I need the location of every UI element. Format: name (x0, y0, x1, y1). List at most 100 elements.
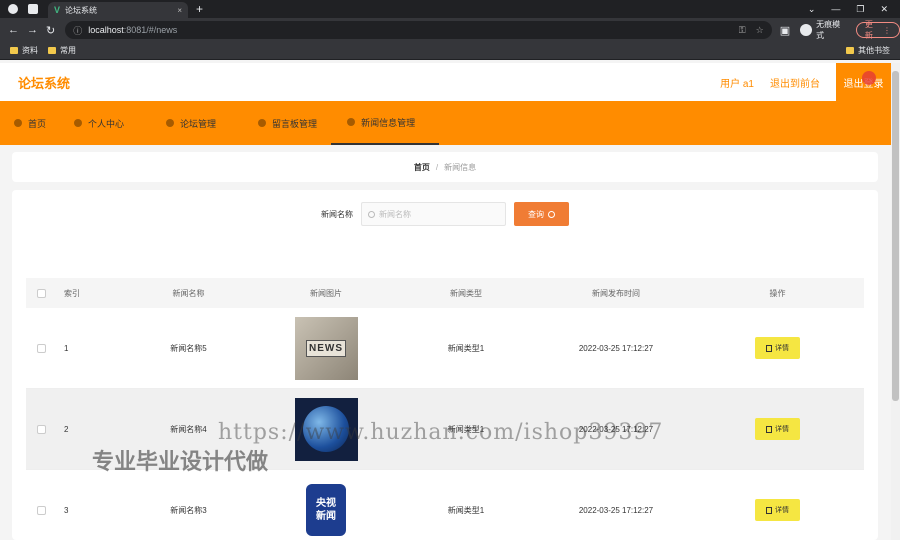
url-path: :8081/#/news (123, 25, 178, 35)
breadcrumb-current: 新闻信息 (444, 162, 477, 172)
search-button-label: 查询 (528, 209, 544, 219)
row-news-type: 新闻类型1 (447, 343, 485, 353)
app-title: 论坛系统 (18, 75, 71, 91)
tab-close-icon[interactable]: × (177, 6, 182, 15)
news-image: NEWS (294, 316, 358, 380)
close-window-icon[interactable]: ✕ (880, 4, 888, 15)
menu-item-message-board[interactable]: 留言板管理 (230, 101, 331, 145)
page-scrollbar[interactable] (891, 63, 900, 540)
info-icon[interactable]: ⓘ (73, 24, 82, 37)
menu-item-home[interactable]: 首页 (0, 101, 60, 145)
incognito-label: 无痕模式 (816, 20, 841, 40)
breadcrumb-separator: / (435, 162, 439, 172)
folder-icon (48, 47, 56, 54)
detail-button-label: 详情 (775, 345, 789, 352)
window-controls: ⌄ — ❐ ✕ (808, 4, 888, 15)
menu-item-label: 留言板管理 (272, 118, 318, 129)
chevron-down-icon[interactable]: ⌄ (808, 4, 816, 15)
update-button[interactable]: 更新 ⋮ (855, 20, 900, 40)
key-icon[interactable]: ⚿ (739, 25, 746, 36)
new-tab-icon[interactable]: + (196, 2, 203, 16)
cctv-news-image: 央视 新闻 (294, 478, 358, 540)
document-icon (766, 506, 772, 514)
detail-button-label: 详情 (775, 507, 789, 514)
document-icon (766, 344, 772, 352)
row-checkbox[interactable] (36, 505, 46, 515)
row-index: 2 (64, 424, 69, 434)
cctv-logo-text: 新闻 (316, 511, 336, 522)
row-index: 1 (64, 343, 69, 353)
row-news-type: 新闻类型1 (447, 505, 485, 515)
column-header-time: 新闻发布时间 (592, 288, 640, 298)
breadcrumb: 首页 / 新闻信息 (12, 152, 878, 182)
row-index: 3 (64, 505, 69, 515)
browser-tab-title: 论坛系统 (65, 5, 98, 15)
url-input[interactable]: ⓘ localhost:8081/#/news ⚿ ☆ (65, 21, 772, 39)
menu-item-label: 论坛管理 (180, 118, 217, 129)
search-button[interactable]: 查询 (514, 202, 569, 226)
bookmarks-bar: 资料 常用 其他书签 (0, 42, 900, 60)
folder-icon (10, 47, 18, 54)
document-icon (766, 425, 772, 433)
back-arrow-icon[interactable]: ← (8, 24, 19, 36)
search-form: 新闻名称 新闻名称 查询 (12, 202, 878, 226)
reload-icon[interactable]: ↻ (46, 24, 55, 37)
cctv-logo-text: 央视 (316, 498, 336, 509)
bookmark-label: 资料 (22, 46, 38, 55)
other-bookmarks-label: 其他书签 (858, 46, 890, 55)
minimize-icon[interactable]: — (831, 4, 840, 15)
menu-item-forum[interactable]: 论坛管理 (138, 101, 230, 145)
bookmark-label: 常用 (60, 46, 76, 55)
other-bookmarks[interactable]: 其他书签 (846, 45, 890, 56)
news-table: 索引 新闻名称 新闻图片 新闻类型 新闻发布时间 操作 1 新闻名称5 NEWS… (26, 278, 864, 540)
folder-icon (846, 47, 854, 54)
star-icon[interactable]: ☆ (756, 25, 764, 36)
news-image-text: NEWS (306, 339, 346, 357)
content-panel: 新闻名称 新闻名称 查询 索引 新闻名称 新闻图片 新闻类型 新闻发布时间 操作… (12, 190, 878, 540)
bookmark-folder-1[interactable]: 常用 (48, 45, 76, 56)
sidebar-panel-icon[interactable]: ▣ (780, 24, 790, 37)
watermark-url: https://www.huzhan.com/ishop39397 (218, 420, 664, 445)
detail-button[interactable]: 详情 (755, 418, 800, 440)
detail-button[interactable]: 详情 (755, 499, 800, 521)
mouse-cursor-highlight (862, 71, 876, 85)
restore-icon[interactable]: ❐ (856, 4, 864, 15)
row-checkbox[interactable] (36, 424, 46, 434)
bookmark-folder-0[interactable]: 资料 (10, 45, 38, 56)
menu-item-label: 个人中心 (88, 118, 125, 129)
back-to-front-link[interactable]: 退出到前台 (770, 75, 820, 90)
user-icon (166, 119, 175, 127)
select-all-checkbox[interactable] (36, 288, 46, 298)
browser-tab[interactable]: V 论坛系统 × (48, 2, 188, 18)
home-icon (14, 119, 22, 127)
row-publish-time: 2022-03-25 17:12:27 (578, 343, 654, 353)
address-bar-row: ← → ↻ ⓘ localhost:8081/#/news ⚿ ☆ ▣ 无痕模式… (0, 18, 900, 42)
detail-button[interactable]: 详情 (755, 337, 800, 359)
search-input[interactable]: 新闻名称 (361, 202, 506, 226)
column-header-image: 新闻图片 (310, 288, 342, 298)
menu-item-news[interactable]: 新闻信息管理 (331, 101, 440, 145)
table-header: 索引 新闻名称 新闻图片 新闻类型 新闻发布时间 操作 (26, 278, 864, 308)
row-news-name: 新闻名称3 (170, 505, 207, 515)
menu-item-personal[interactable]: 个人中心 (60, 101, 138, 145)
watermark-text: 专业毕业设计代做 (92, 449, 269, 474)
breadcrumb-home[interactable]: 首页 (414, 162, 430, 173)
forward-arrow-icon[interactable]: → (27, 24, 38, 36)
row-checkbox[interactable] (36, 343, 46, 353)
user-icon (347, 118, 356, 126)
logout-button[interactable]: 退出登录 (836, 63, 891, 101)
table-row: 3 新闻名称3 央视 新闻 新闻类型1 2022-03-25 17:12:27 … (26, 470, 864, 540)
column-header-index: 索引 (64, 288, 80, 298)
user-icon (258, 119, 267, 127)
search-label: 新闻名称 (321, 209, 353, 219)
incognito-indicator[interactable]: 无痕模式 (800, 19, 848, 41)
search-icon (368, 210, 375, 218)
search-placeholder: 新闻名称 (379, 209, 411, 219)
tab-list-icon[interactable] (28, 4, 38, 14)
table-row: 1 新闻名称5 NEWS 新闻类型1 2022-03-25 17:12:27 详… (26, 308, 864, 389)
browser-globe-icon[interactable] (8, 4, 18, 14)
user-label: 用户 a1 (720, 78, 754, 90)
scrollbar-thumb[interactable] (892, 71, 899, 401)
menu-item-label: 首页 (28, 118, 47, 129)
user-icon (74, 119, 83, 127)
